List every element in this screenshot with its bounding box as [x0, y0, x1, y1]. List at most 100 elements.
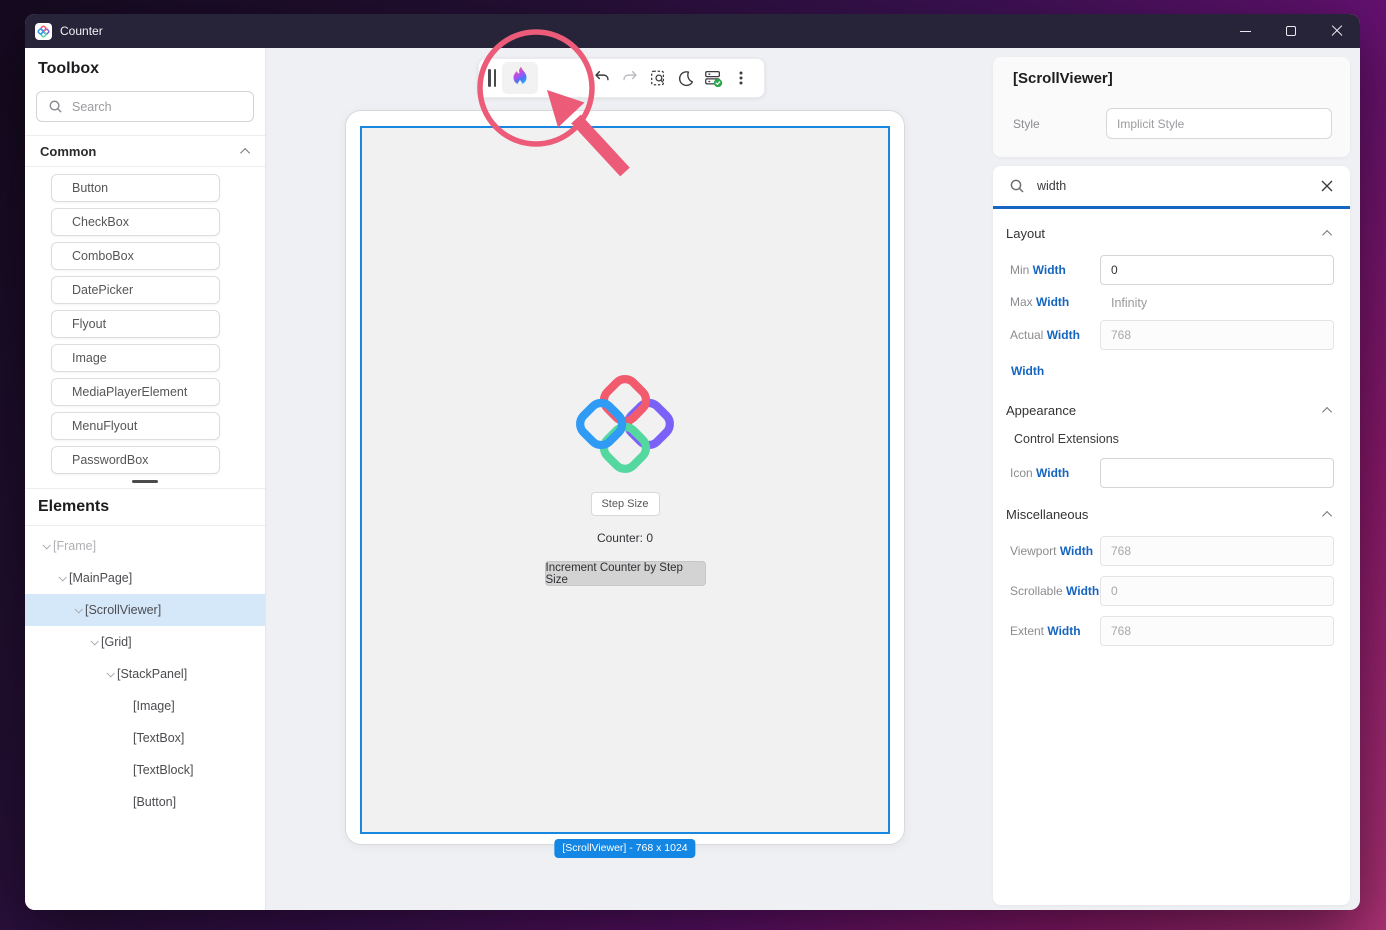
chevron-down-icon[interactable] — [58, 573, 66, 581]
chevron-down-icon[interactable] — [106, 669, 114, 677]
toolbox-item-checkbox[interactable]: CheckBox — [51, 208, 220, 236]
section-label: Common — [40, 144, 96, 159]
scrollable-width-input — [1100, 576, 1334, 606]
hot-design-flame-button[interactable] — [502, 62, 538, 94]
close-icon — [1331, 25, 1343, 37]
extent-width-input — [1100, 616, 1334, 646]
section-appearance[interactable]: Appearance — [1006, 400, 1332, 420]
toolbox-search-input[interactable] — [72, 100, 242, 114]
property-row-viewport-width: Viewport Width — [1005, 536, 1334, 566]
property-row-max-width: Max Width Infinity — [1005, 295, 1334, 310]
tree-item-stackpanel[interactable]: [StackPanel] — [25, 658, 265, 690]
chevron-up-icon[interactable] — [1322, 229, 1332, 239]
left-sidebar: Toolbox Common Button CheckBox ComboBox … — [25, 48, 266, 910]
properties-search-input[interactable] — [1037, 179, 1308, 193]
max-width-value: Infinity — [1100, 296, 1334, 310]
theme-toggle-button[interactable] — [672, 62, 700, 94]
inspect-element-button[interactable] — [644, 62, 672, 94]
chevron-down-icon[interactable] — [90, 637, 98, 645]
title-bar: Counter — [25, 14, 1360, 48]
undo-icon — [593, 69, 611, 87]
chevron-up-icon[interactable] — [240, 147, 250, 157]
chevron-up-icon[interactable] — [1322, 510, 1332, 520]
device-status-button[interactable] — [699, 62, 727, 94]
property-row-actual-width: Actual Width — [1005, 320, 1334, 350]
property-row-width: Width — [1011, 364, 1334, 378]
toolbox-item-datepicker[interactable]: DatePicker — [51, 276, 220, 304]
actual-width-input — [1100, 320, 1334, 350]
toolbox-item-flyout[interactable]: Flyout — [51, 310, 220, 338]
panel-splitter-handle[interactable] — [132, 480, 158, 483]
maximize-icon — [1286, 26, 1296, 36]
section-miscellaneous[interactable]: Miscellaneous — [1006, 504, 1332, 524]
section-layout[interactable]: Layout — [1006, 223, 1332, 243]
minimize-button[interactable] — [1222, 14, 1268, 48]
property-row-icon-width: Icon Width — [1005, 458, 1334, 488]
undo-button[interactable] — [588, 62, 616, 94]
selection-size-badge: [ScrollViewer] - 768 x 1024 — [554, 839, 695, 858]
increment-counter-button[interactable]: Increment Counter by Step Size — [545, 561, 706, 586]
chevron-down-icon[interactable] — [42, 541, 50, 549]
toolbox-item-image[interactable]: Image — [51, 344, 220, 372]
property-row-scrollable-width: Scrollable Width — [1005, 576, 1334, 606]
style-input[interactable] — [1106, 108, 1332, 139]
toolbox-title: Toolbox — [38, 60, 265, 78]
clear-search-icon[interactable] — [1320, 179, 1334, 193]
tree-item-textblock[interactable]: [TextBlock] — [25, 754, 265, 786]
toolbox-item-mediaplayerelement[interactable]: MediaPlayerElement — [51, 378, 220, 406]
uno-platform-logo[interactable] — [570, 369, 680, 479]
tree-item-button[interactable]: [Button] — [25, 786, 265, 818]
selected-element-card: [ScrollViewer] Style — [993, 57, 1350, 157]
chevron-down-icon[interactable] — [74, 605, 82, 613]
search-icon — [48, 99, 63, 114]
toolbox-item-combobox[interactable]: ComboBox — [51, 242, 220, 270]
maximize-button[interactable] — [1268, 14, 1314, 48]
more-vertical-icon — [733, 70, 749, 86]
property-row-min-width: Min Width — [1005, 255, 1334, 285]
search-icon — [1009, 178, 1025, 194]
toolbox-item-passwordbox[interactable]: PasswordBox — [51, 446, 220, 474]
redo-icon — [621, 69, 639, 87]
app-logo-icon — [35, 23, 52, 40]
properties-pane: [ScrollViewer] Style Layout — [985, 48, 1360, 910]
more-options-button[interactable] — [727, 62, 755, 94]
toolbox-section-common[interactable]: Common — [25, 136, 265, 167]
window-title: Counter — [60, 24, 103, 38]
design-canvas-area: Step Size Counter: 0 Increment Counter b… — [266, 48, 985, 910]
icon-width-input[interactable] — [1100, 458, 1334, 488]
property-row-extent-width: Extent Width — [1005, 616, 1334, 646]
viewport-width-input — [1100, 536, 1334, 566]
toolbox-item-button[interactable]: Button — [51, 174, 220, 202]
designer-toolbar — [478, 58, 765, 98]
redo-button[interactable] — [616, 62, 644, 94]
minimize-icon — [1240, 31, 1251, 32]
properties-search[interactable] — [993, 166, 1350, 209]
scrollviewer-selection[interactable]: Step Size Counter: 0 Increment Counter b… — [360, 126, 890, 834]
properties-card: Layout Min Width Max Width Infinity Actu… — [993, 166, 1350, 905]
tree-item-scrollviewer[interactable]: [ScrollViewer] — [25, 594, 265, 626]
control-extensions-subheader: Control Extensions — [1014, 432, 1334, 446]
tree-item-grid[interactable]: [Grid] — [25, 626, 265, 658]
inspect-element-icon — [649, 69, 667, 87]
counter-textblock[interactable]: Counter: 0 — [597, 531, 653, 545]
tree-item-textbox[interactable]: [TextBox] — [25, 722, 265, 754]
min-width-input[interactable] — [1100, 255, 1334, 285]
step-size-textbox[interactable]: Step Size — [591, 492, 660, 516]
moon-icon — [677, 70, 694, 87]
divider — [25, 488, 265, 489]
chevron-up-icon[interactable] — [1322, 406, 1332, 416]
close-button[interactable] — [1314, 14, 1360, 48]
elements-tree: [Frame] [MainPage] [ScrollViewer] [Grid]… — [25, 526, 265, 818]
selected-element-title: [ScrollViewer] — [1013, 70, 1113, 87]
tree-item-frame[interactable]: [Frame] — [25, 530, 265, 562]
style-label: Style — [1013, 117, 1106, 131]
toolbox-item-menuflyout[interactable]: MenuFlyout — [51, 412, 220, 440]
toolbox-search[interactable] — [36, 91, 254, 122]
tree-item-image[interactable]: [Image] — [25, 690, 265, 722]
device-frame: Step Size Counter: 0 Increment Counter b… — [345, 110, 905, 845]
app-window: Counter Toolbox Common Button CheckBox C… — [25, 14, 1360, 910]
elements-title: Elements — [38, 498, 265, 516]
hot-design-flame-icon — [507, 65, 533, 91]
drag-handle-icon[interactable] — [488, 69, 496, 87]
tree-item-mainpage[interactable]: [MainPage] — [25, 562, 265, 594]
